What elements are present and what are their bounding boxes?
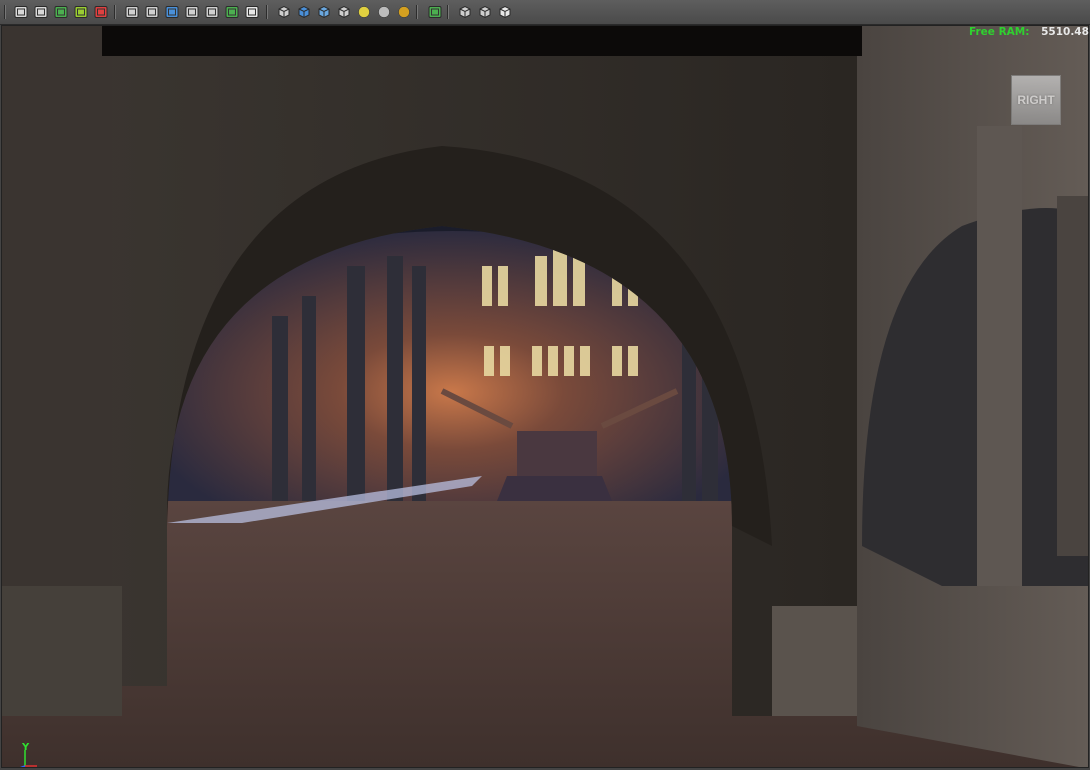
camera-attributes-button[interactable] <box>33 4 49 20</box>
camera-select-button[interactable] <box>13 4 29 20</box>
wireframe-on-shaded-button[interactable] <box>316 4 332 20</box>
safe-action-button[interactable] <box>224 4 240 20</box>
high-quality-icon <box>398 6 410 18</box>
grid-button[interactable] <box>124 4 140 20</box>
toolbar-separator <box>416 5 418 19</box>
toolbar-separator <box>447 5 449 19</box>
toolbar-separator <box>4 5 6 19</box>
resolution-gate-icon <box>165 6 179 18</box>
image-plane-button[interactable] <box>73 4 89 20</box>
field-chart-icon <box>205 6 219 18</box>
isolate-select-icon <box>428 6 442 18</box>
film-gate-button[interactable] <box>144 4 160 20</box>
axis-gizmo: Y <box>20 742 37 767</box>
use-all-lights-icon <box>358 6 370 18</box>
bookmarks-button[interactable] <box>53 4 69 20</box>
use-all-lights-button[interactable] <box>356 4 372 20</box>
3d-viewport[interactable]: RIGHT Y persp <box>1 25 1089 768</box>
gate-mask-button[interactable] <box>184 4 200 20</box>
free-ram-hud: Free RAM: 5510.48 <box>969 26 1089 38</box>
shadows-button[interactable] <box>376 4 392 20</box>
textured-button[interactable] <box>336 4 352 20</box>
high-quality-button[interactable] <box>396 4 412 20</box>
xray-button[interactable] <box>457 4 473 20</box>
xray-components-icon <box>499 5 511 19</box>
resolution-gate-button[interactable] <box>164 4 180 20</box>
2d-pan-zoom-button[interactable] <box>93 4 109 20</box>
safe-title-icon <box>245 6 259 18</box>
gate-mask-icon <box>185 6 199 18</box>
viewcube-right-face[interactable]: RIGHT <box>1011 75 1061 125</box>
film-gate-icon <box>145 6 159 18</box>
isolate-select-button[interactable] <box>427 4 443 20</box>
panel-toolbar <box>0 0 1090 25</box>
bookmarks-icon <box>54 6 68 18</box>
xray-icon <box>459 5 471 19</box>
axis-z-line <box>20 765 26 767</box>
toolbar-separator <box>266 5 268 19</box>
field-chart-button[interactable] <box>204 4 220 20</box>
camera-select-icon <box>14 6 28 18</box>
free-ram-label: Free RAM: <box>969 26 1030 38</box>
grid-icon <box>125 6 139 18</box>
wireframe-button[interactable] <box>276 4 292 20</box>
axis-y-label: Y <box>21 742 30 753</box>
rendered-scene <box>2 26 1088 767</box>
wireframe-on-shaded-icon <box>318 5 330 19</box>
textured-icon <box>338 5 350 19</box>
xray-joints-button[interactable] <box>477 4 493 20</box>
image-plane-icon <box>74 6 88 18</box>
xray-components-button[interactable] <box>497 4 513 20</box>
smooth-shade-icon <box>298 5 310 19</box>
2d-pan-zoom-icon <box>94 6 108 18</box>
safe-title-button[interactable] <box>244 4 260 20</box>
camera-attributes-icon <box>34 6 48 18</box>
toolbar-separator <box>114 5 116 19</box>
smooth-shade-button[interactable] <box>296 4 312 20</box>
safe-action-icon <box>225 6 239 18</box>
xray-joints-icon <box>479 5 491 19</box>
wireframe-icon <box>278 5 290 19</box>
free-ram-value: 5510.48 <box>1041 26 1089 38</box>
shadows-icon <box>378 6 390 18</box>
